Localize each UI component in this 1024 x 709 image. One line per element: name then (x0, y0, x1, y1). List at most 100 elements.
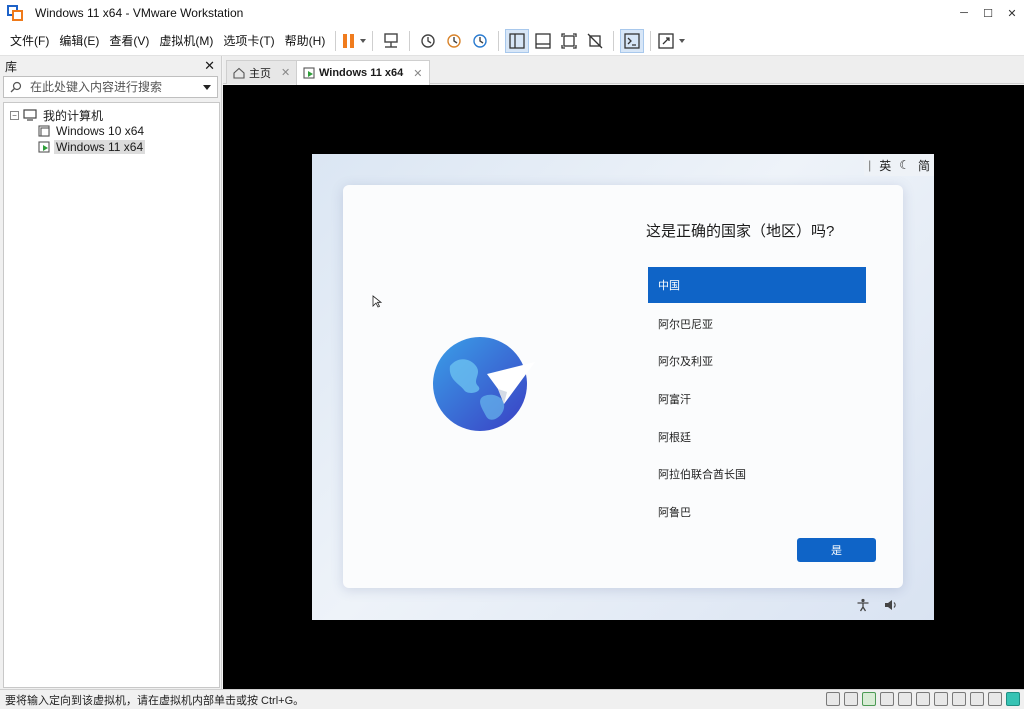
thumbnail-bar-button[interactable] (531, 29, 555, 53)
toolbar-separator (498, 30, 500, 51)
tab-home[interactable]: 主页 ✕ (226, 60, 298, 84)
bluetooth-icon[interactable] (970, 692, 984, 706)
menu-view[interactable]: 查看(V) (104, 26, 154, 56)
title-bar: Windows 11 x64 - VMware Workstation ─ ☐ … (0, 0, 1024, 26)
pause-button[interactable] (342, 29, 367, 53)
ime-indicator: | 英 ☾ 简 (864, 154, 934, 176)
unity-mode-button[interactable] (583, 29, 607, 53)
library-tree: − 我的计算机 Windows 10 x64 Windows 11 x64 (3, 102, 220, 688)
guest-screen[interactable]: | 英 ☾ 简 这是正确的国家（地区）吗? 中国 阿尔巴尼亚 阿尔及利亚 阿富汗… (312, 154, 934, 620)
library-search-box[interactable] (3, 76, 218, 98)
vm-running-icon (303, 67, 315, 79)
tab-windows-11[interactable]: Windows 11 x64 ✕ (296, 60, 430, 85)
library-search-input[interactable] (30, 80, 199, 94)
trusted-platform-icon[interactable] (988, 692, 1002, 706)
tree-label: 我的计算机 (43, 108, 104, 123)
window-controls: ─ ☐ ✕ (952, 0, 1024, 26)
vm-running-icon (38, 141, 50, 153)
library-close-icon[interactable]: ✕ (204, 58, 215, 74)
stretch-guest-button[interactable] (657, 29, 686, 53)
menu-edit[interactable]: 编辑(E) (54, 26, 104, 56)
ime-lang[interactable]: 简 (914, 157, 934, 174)
tree-item-my-computer[interactable]: − 我的计算机 (4, 107, 219, 123)
tree-label: Windows 11 x64 (54, 140, 146, 154)
globe-paper-plane-icon (433, 337, 535, 431)
country-option-uae[interactable]: 阿拉伯联合酋长国 (648, 455, 866, 493)
vm-console[interactable]: | 英 ☾ 简 这是正确的国家（地区）吗? 中国 阿尔巴尼亚 阿尔及利亚 阿富汗… (223, 85, 1024, 689)
stretch-dropdown-icon[interactable] (679, 38, 686, 43)
search-icon (10, 81, 22, 93)
snapshot-clock-icon (421, 33, 436, 48)
full-screen-button[interactable] (557, 29, 581, 53)
library-title: 库 (5, 59, 18, 74)
oobe-title: 这是正确的国家（地区）吗? (646, 223, 835, 240)
menu-tabs[interactable]: 选项卡(T) (218, 26, 279, 56)
printer-icon[interactable] (898, 692, 912, 706)
snapshot-button[interactable] (416, 29, 440, 53)
status-message: 要将输入定向到该虚拟机，请在虚拟机内部单击或按 Ctrl+G。 (5, 694, 305, 707)
thumbnail-bar-icon (535, 32, 551, 49)
accessibility-icon[interactable] (856, 598, 870, 612)
tab-label: Windows 11 x64 (319, 67, 404, 79)
device-status-icons (826, 692, 1020, 706)
snapshot-manager-icon (473, 33, 488, 48)
toolbar-separator (372, 30, 374, 51)
pause-dropdown-icon[interactable] (360, 38, 367, 43)
yes-button[interactable]: 是 (797, 538, 876, 562)
library-panel: 库 ✕ − 我的计算机 Windows 10 x64 Windows 11 x6… (0, 56, 222, 689)
moon-icon[interactable]: ☾ (895, 158, 914, 172)
console-view-button[interactable] (620, 28, 645, 53)
volume-icon[interactable] (884, 598, 898, 612)
snapshot-manager-button[interactable] (468, 29, 492, 53)
library-header: 库 ✕ (0, 56, 221, 76)
status-bar: 要将输入定向到该虚拟机，请在虚拟机内部单击或按 Ctrl+G。 (0, 689, 1024, 709)
search-dropdown-icon[interactable] (203, 84, 211, 90)
usb-controller-icon[interactable] (880, 692, 894, 706)
hard-disk-icon[interactable] (826, 692, 840, 706)
network-adapter-icon[interactable] (862, 692, 876, 706)
maximize-button[interactable]: ☐ (976, 0, 1000, 26)
oobe-region-card: 这是正确的国家（地区）吗? 中国 阿尔巴尼亚 阿尔及利亚 阿富汗 阿根廷 阿拉伯… (343, 185, 903, 588)
console-icon (624, 32, 640, 49)
country-option-algeria[interactable]: 阿尔及利亚 (648, 343, 866, 381)
menu-help[interactable]: 帮助(H) (280, 26, 331, 56)
tab-close-icon[interactable]: ✕ (281, 66, 290, 79)
home-icon (233, 67, 245, 79)
guest-tray (856, 598, 898, 612)
minimize-button[interactable]: ─ (952, 0, 976, 26)
pause-icon (343, 33, 355, 48)
country-option-aruba[interactable]: 阿鲁巴 (648, 493, 866, 531)
menu-file[interactable]: 文件(F) (5, 26, 54, 56)
cd-dvd-icon[interactable] (844, 692, 858, 706)
collapse-icon[interactable]: − (10, 110, 19, 120)
toolbar-separator (409, 30, 411, 51)
country-option-argentina[interactable]: 阿根廷 (648, 418, 866, 456)
ime-mode[interactable]: 英 (875, 157, 895, 174)
toolbar-separator (613, 30, 615, 51)
menu-vm[interactable]: 虚拟机(M) (154, 26, 218, 56)
full-screen-icon (561, 32, 577, 49)
library-panel-icon (509, 32, 525, 49)
show-library-button[interactable] (505, 28, 530, 53)
camera-icon[interactable] (952, 692, 966, 706)
vm-icon (38, 125, 50, 137)
tree-item-windows-11[interactable]: Windows 11 x64 (38, 139, 219, 155)
network-send-icon (384, 32, 399, 48)
country-option-afghanistan[interactable]: 阿富汗 (648, 380, 866, 418)
tree-label: Windows 10 x64 (56, 124, 145, 138)
revert-snapshot-button[interactable] (442, 29, 466, 53)
sound-card-icon[interactable] (916, 692, 930, 706)
mouse-cursor-icon (372, 295, 382, 308)
display-icon[interactable] (934, 692, 948, 706)
tab-strip: 主页 ✕ Windows 11 x64 ✕ (223, 56, 1024, 85)
stretch-guest-icon (658, 32, 674, 49)
tree-item-windows-10[interactable]: Windows 10 x64 (38, 123, 219, 139)
send-ctrl-alt-del-button[interactable] (379, 29, 403, 53)
message-log-icon[interactable] (1006, 692, 1020, 706)
country-list[interactable]: 中国 阿尔巴尼亚 阿尔及利亚 阿富汗 阿根廷 阿拉伯联合酋长国 阿鲁巴 (648, 267, 866, 531)
close-button[interactable]: ✕ (1000, 0, 1024, 26)
country-option-albania[interactable]: 阿尔巴尼亚 (648, 305, 866, 343)
tab-close-icon[interactable]: ✕ (413, 67, 422, 80)
revert-snapshot-icon (447, 33, 462, 48)
country-option-china[interactable]: 中国 (648, 267, 866, 303)
